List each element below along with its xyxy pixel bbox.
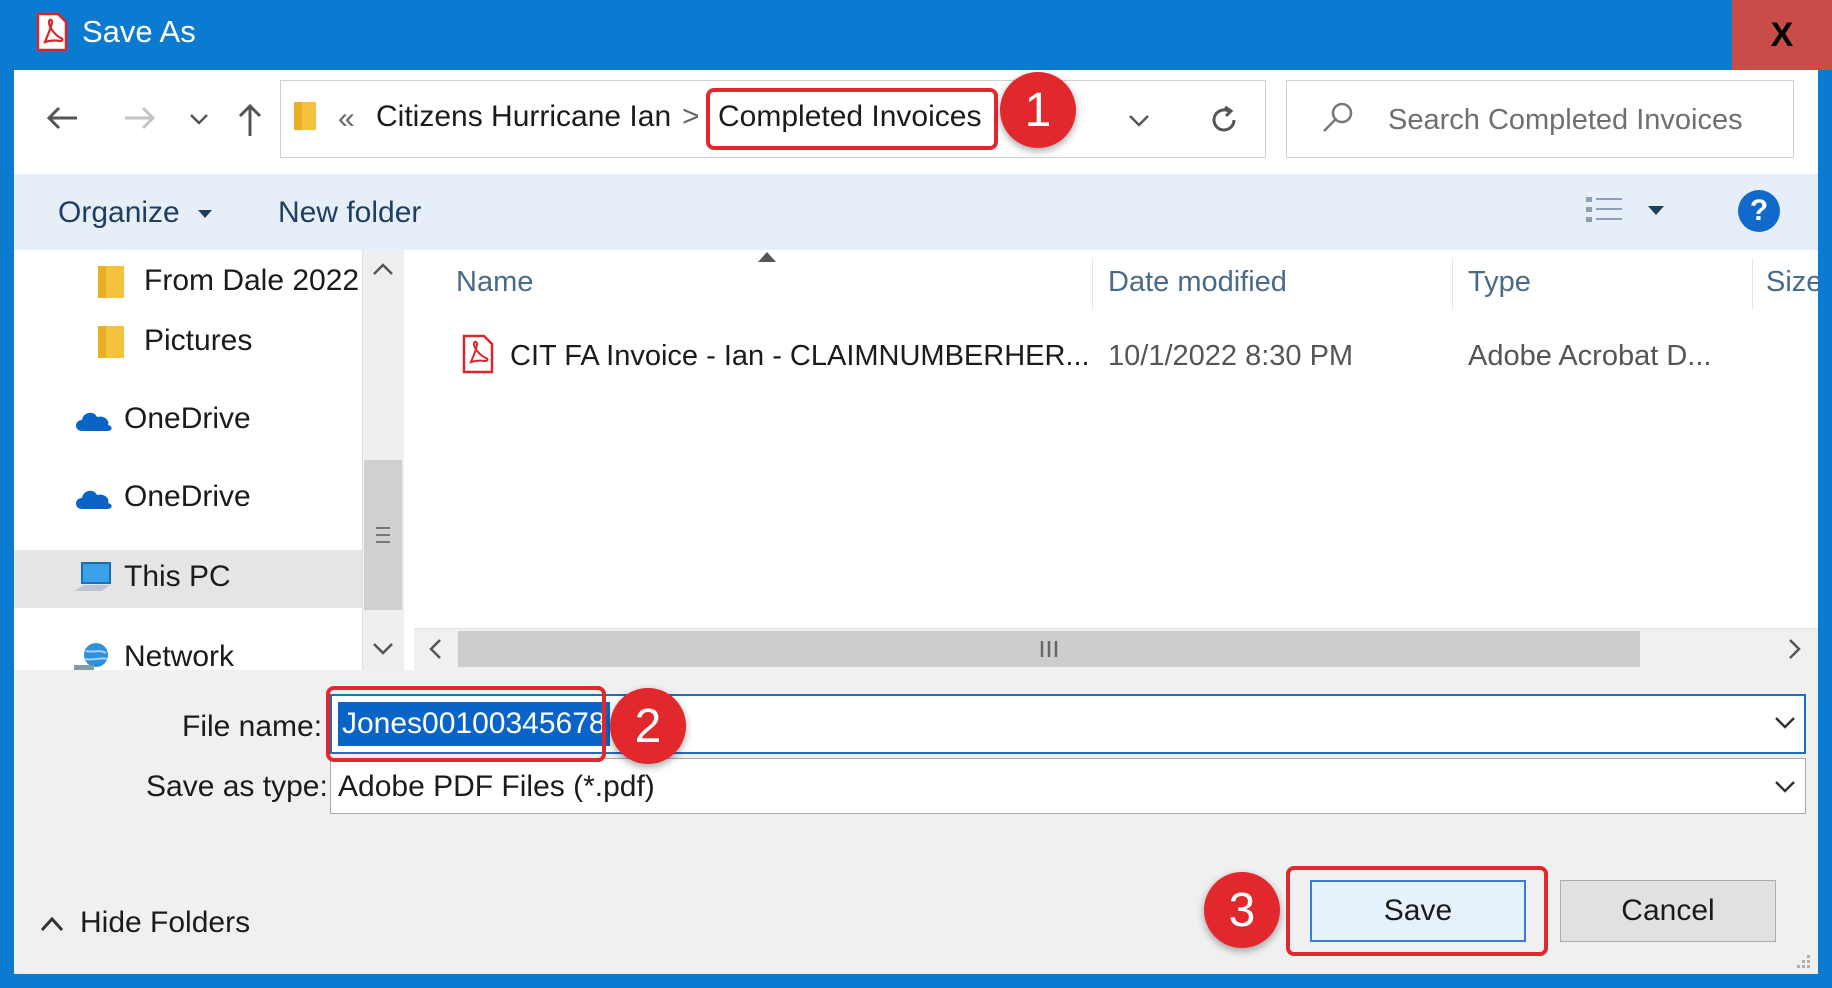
nav-item-label: Network xyxy=(124,640,235,670)
file-list xyxy=(414,250,1818,670)
column-header-size[interactable]: Size xyxy=(1766,266,1818,299)
type-cell: Adobe Acrobat D... xyxy=(1468,340,1712,372)
breadcrumb-citizens-hurricane-ian[interactable]: Citizens Hurricane Ian xyxy=(376,100,671,134)
cancel-button[interactable]: Cancel xyxy=(1560,880,1776,942)
cloud-icon xyxy=(76,490,112,510)
organize-label: Organize xyxy=(58,196,180,229)
file-name-dropdown-chevron-icon[interactable] xyxy=(1774,716,1796,735)
column-divider[interactable] xyxy=(1092,258,1093,310)
close-button[interactable]: X xyxy=(1732,0,1832,70)
callout-highlight-completed-invoices xyxy=(706,88,998,150)
file-name-cell: CIT FA Invoice - Ian - CLAIMNUMBERHER... xyxy=(510,340,1090,372)
network-icon xyxy=(74,643,109,670)
pdf-icon xyxy=(462,334,494,379)
column-divider[interactable] xyxy=(1752,258,1753,310)
view-options-icon[interactable] xyxy=(1584,194,1624,231)
caret-down-icon xyxy=(198,210,213,219)
nav-scrollbar-thumb[interactable] xyxy=(364,460,402,610)
title-bar xyxy=(0,0,1832,70)
folder-icon xyxy=(292,98,320,137)
nav-item-this-pc[interactable]: This PC xyxy=(72,560,231,595)
file-list-scrollbar-thumb[interactable] xyxy=(458,631,1640,667)
forward-arrow-icon[interactable] xyxy=(118,96,162,140)
search-placeholder: Search Completed Invoices xyxy=(1388,104,1743,136)
callout-badge-3: 3 xyxy=(1204,872,1280,948)
window-title: Save As xyxy=(82,14,196,49)
scroll-right-chevron-icon[interactable] xyxy=(1788,638,1802,665)
nav-item-onedrive[interactable]: OneDrive xyxy=(72,402,251,436)
folder-icon xyxy=(98,266,124,299)
navigation-pane: From Dale 2022 Pictures OneDrive OneDriv… xyxy=(14,250,362,670)
nav-item-label: OneDrive xyxy=(124,402,251,435)
save-as-type-chevron-icon[interactable] xyxy=(1774,780,1796,799)
up-arrow-icon[interactable] xyxy=(230,100,270,140)
callout-highlight-save xyxy=(1286,866,1548,956)
column-header-type[interactable]: Type xyxy=(1468,266,1531,299)
help-button[interactable]: ? xyxy=(1738,190,1780,232)
nav-item-label: This PC xyxy=(124,560,231,593)
file-name-label: File name: xyxy=(182,710,323,743)
nav-item-label: Pictures xyxy=(144,324,253,357)
folder-icon xyxy=(98,326,124,359)
column-header-date-modified[interactable]: Date modified xyxy=(1108,266,1287,299)
nav-item-label: From Dale 2022 xyxy=(144,264,360,297)
nav-item-from-dale-2022[interactable]: From Dale 2022 xyxy=(98,264,360,299)
computer-icon xyxy=(74,562,111,592)
hide-folders-button[interactable]: Hide Folders xyxy=(40,906,250,940)
cloud-icon xyxy=(76,412,112,432)
sort-ascending-icon xyxy=(758,252,776,262)
back-arrow-icon[interactable] xyxy=(40,96,84,140)
date-modified-cell: 10/1/2022 8:30 PM xyxy=(1108,340,1354,372)
chevron-up-icon xyxy=(40,916,64,932)
refresh-icon[interactable] xyxy=(1204,100,1244,140)
address-dropdown-chevron-icon[interactable] xyxy=(1124,106,1154,136)
nav-item-pictures[interactable]: Pictures xyxy=(98,324,253,359)
overflow-chevron-icon[interactable]: « xyxy=(338,102,355,136)
callout-badge-2: 2 xyxy=(610,688,686,764)
resize-grip-icon[interactable] xyxy=(1792,952,1812,977)
nav-item-label: OneDrive xyxy=(124,480,251,513)
new-folder-button[interactable]: New folder xyxy=(278,196,421,230)
save-as-type-value: Adobe PDF Files (*.pdf) xyxy=(338,770,655,803)
pdf-app-icon xyxy=(36,12,68,52)
callout-badge-1: 1 xyxy=(1000,72,1076,148)
nav-item-onedrive-2[interactable]: OneDrive xyxy=(72,480,251,514)
column-divider[interactable] xyxy=(1452,258,1453,310)
save-as-type-label: Save as type: xyxy=(146,770,328,803)
callout-highlight-file-name xyxy=(326,686,606,762)
breadcrumb-separator-icon: > xyxy=(682,100,700,133)
nav-item-network[interactable]: Network xyxy=(72,640,234,670)
scroll-down-chevron-icon[interactable] xyxy=(372,642,394,661)
scroll-left-chevron-icon[interactable] xyxy=(428,638,442,665)
scroll-up-chevron-icon[interactable] xyxy=(372,262,394,281)
recent-locations-chevron-icon[interactable] xyxy=(184,104,214,134)
search-icon xyxy=(1320,100,1356,141)
organize-button[interactable]: Organize xyxy=(58,196,213,230)
view-dropdown-caret-icon[interactable] xyxy=(1648,206,1664,215)
hide-folders-label: Hide Folders xyxy=(80,906,251,939)
column-header-name[interactable]: Name xyxy=(456,266,533,299)
